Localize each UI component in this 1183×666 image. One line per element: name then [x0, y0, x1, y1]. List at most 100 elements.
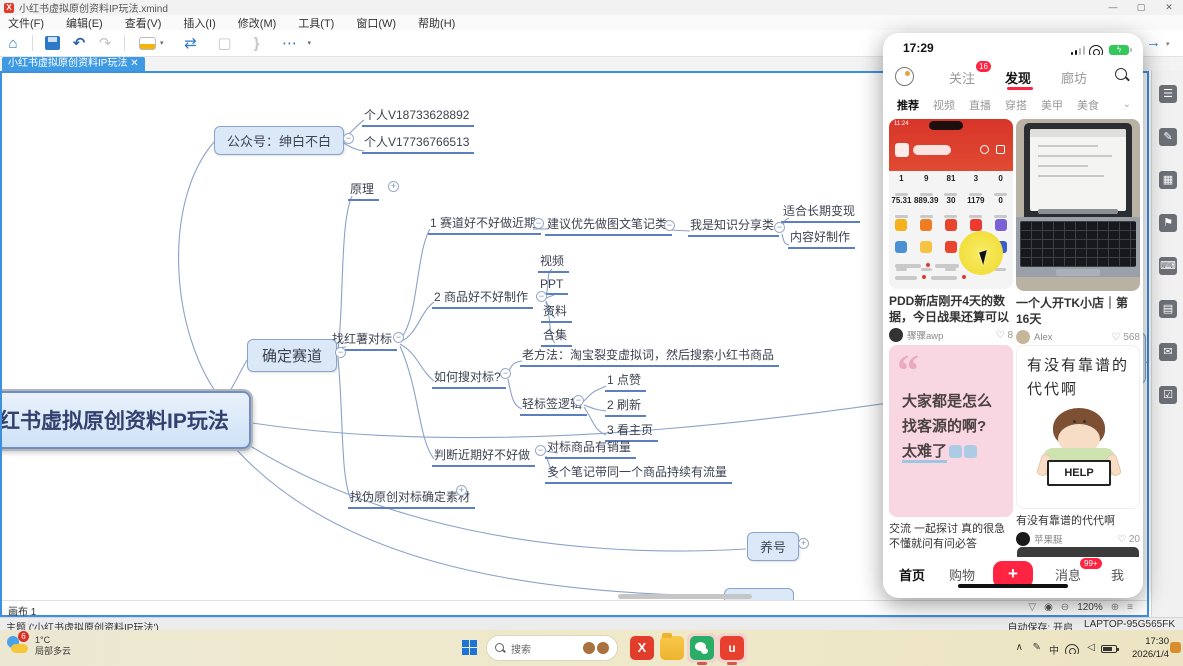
- sheet-tab[interactable]: 画布 1: [8, 603, 36, 618]
- taskbar-wechat-icon[interactable]: [690, 636, 714, 660]
- weather-widget[interactable]: 6 1°C 局部多云: [6, 634, 71, 658]
- menu-item[interactable]: 帮助(H): [418, 15, 455, 31]
- taskbar-explorer-icon[interactable]: [660, 636, 684, 660]
- collapse-marker-icon[interactable]: +: [798, 538, 809, 549]
- author-name[interactable]: 骤骤awp: [907, 328, 943, 342]
- mindmap-topic[interactable]: 我是知识分享类: [688, 216, 779, 237]
- fit-view-icon[interactable]: ◉: [1044, 602, 1053, 613]
- mindmap-topic[interactable]: 判断近期好不好做: [432, 446, 535, 467]
- mindmap-topic[interactable]: 1 点赞: [605, 371, 646, 392]
- menu-item[interactable]: 工具(T): [298, 15, 334, 31]
- collapse-marker-icon[interactable]: −: [393, 332, 404, 343]
- collapse-marker-icon[interactable]: +: [456, 485, 467, 496]
- collapse-marker-icon[interactable]: −: [536, 291, 547, 302]
- relationship-icon[interactable]: ⇄: [178, 34, 204, 52]
- card-title[interactable]: 有没有靠谱的代代啊: [1016, 513, 1140, 529]
- mindmap-topic[interactable]: 视频: [538, 252, 569, 273]
- mindmap-topic[interactable]: 2 商品好不好制作: [432, 288, 533, 309]
- author-name[interactable]: Alex: [1034, 332, 1052, 343]
- card-title[interactable]: PDD新店刚开4天的数据，今日战果还算可以: [889, 293, 1013, 325]
- more-tools-icon[interactable]: ⋯: [278, 34, 304, 52]
- avatar[interactable]: [1016, 532, 1030, 546]
- menu-item[interactable]: 插入(I): [183, 15, 215, 31]
- feed-card[interactable]: 11:24 198130 75.31889.393011790 PDD新店刚开4…: [889, 119, 1013, 342]
- redo-icon[interactable]: ↷: [92, 34, 118, 52]
- mindmap-topic[interactable]: 公众号：绅白不白: [214, 126, 344, 155]
- feed-card[interactable]: “ 大家都是怎么 找客源的啊? 太难了 交流 一起探讨 真的很急 不懂就问有问必…: [889, 345, 1013, 552]
- close-button[interactable]: ✕: [1155, 0, 1183, 15]
- collapse-marker-icon[interactable]: −: [535, 445, 546, 456]
- menu-item[interactable]: 窗口(W): [356, 15, 396, 31]
- tab-home[interactable]: 首页: [899, 565, 925, 584]
- avatar[interactable]: [1016, 330, 1030, 344]
- collapse-marker-icon[interactable]: −: [774, 222, 785, 233]
- like-count[interactable]: ♡ 20: [1117, 534, 1140, 545]
- mindmap-topic[interactable]: 如何搜对标?: [432, 368, 506, 389]
- category-tab[interactable]: 美食: [1077, 97, 1099, 113]
- card-title[interactable]: 一个人开TK小店｜第16天: [1016, 295, 1140, 327]
- collapse-marker-icon[interactable]: −: [573, 395, 584, 406]
- filter-icon[interactable]: ▽: [1028, 602, 1036, 613]
- like-count[interactable]: ♡ 8: [996, 330, 1013, 341]
- tray-notification-icon[interactable]: [1170, 642, 1181, 653]
- comment-panel-icon[interactable]: ✉: [1159, 343, 1177, 361]
- category-tab[interactable]: 穿搭: [1005, 97, 1027, 113]
- card-title[interactable]: 交流 一起探讨 真的很急 不懂就问有问必答: [889, 522, 1013, 552]
- mindmap-topic[interactable]: 内容好制作: [788, 228, 855, 249]
- share-dropdown-icon[interactable]: ▾: [1166, 40, 1170, 48]
- mindmap-topic[interactable]: 合集: [541, 326, 572, 347]
- share-arrow-icon[interactable]: →: [1146, 34, 1161, 51]
- tab-discover[interactable]: 发现: [1005, 68, 1031, 87]
- menu-item[interactable]: 文件(F): [8, 15, 44, 31]
- taskbar-app-icon[interactable]: u: [720, 636, 744, 660]
- tray-volume-icon[interactable]: ◁: [1087, 642, 1095, 653]
- zoom-in-icon[interactable]: ⊕: [1111, 602, 1119, 613]
- notes-panel-icon[interactable]: ▤: [1159, 300, 1177, 318]
- tab-follow[interactable]: 关注: [949, 68, 975, 87]
- outline-panel-icon[interactable]: ☰: [1159, 85, 1177, 103]
- tray-chevron-icon[interactable]: ∧: [1016, 642, 1023, 653]
- mindmap-topic[interactable]: 个人V17736766513: [362, 133, 474, 154]
- chevron-down-icon[interactable]: ⌄: [1123, 99, 1131, 110]
- avatar[interactable]: [889, 328, 903, 342]
- start-button[interactable]: [462, 640, 477, 655]
- tray-battery-icon[interactable]: [1101, 645, 1117, 653]
- menu-item[interactable]: 修改(M): [238, 15, 277, 31]
- document-tab[interactable]: 小红书虚拟原创资料IP玩法 ✕: [2, 57, 145, 71]
- category-tab[interactable]: 直播: [969, 97, 991, 113]
- minimize-button[interactable]: —: [1099, 0, 1127, 15]
- mindmap-topic[interactable]: 多个笔记带同一个商品持续有流量: [545, 463, 732, 484]
- mindmap-topic[interactable]: 1 赛道好不好做近期: [428, 214, 541, 235]
- style-brush-icon[interactable]: ✎: [1159, 128, 1177, 146]
- collapse-marker-icon[interactable]: −: [533, 218, 544, 229]
- task-panel-icon[interactable]: ☑: [1159, 386, 1177, 404]
- mindmap-topic[interactable]: 适合长期变现: [781, 202, 860, 223]
- collapse-marker-icon[interactable]: −: [500, 368, 511, 379]
- tab-local[interactable]: 廊坊: [1061, 68, 1087, 87]
- category-tab[interactable]: 推荐: [897, 97, 919, 113]
- author-name[interactable]: 苹果脠: [1034, 532, 1063, 546]
- taskbar-xmind-icon[interactable]: X: [630, 636, 654, 660]
- tray-clock[interactable]: 17:30 2026/1/4: [1132, 635, 1169, 661]
- mindmap-topic[interactable]: 个人V18733628892: [362, 106, 474, 127]
- marker-style-icon[interactable]: [139, 37, 156, 50]
- tab-shop[interactable]: 购物: [949, 565, 975, 584]
- image-panel-icon[interactable]: ▦: [1159, 171, 1177, 189]
- mindmap-topic[interactable]: 老方法：淘宝裂变虚拟词，然后搜索小红书商品: [520, 346, 779, 367]
- summary-icon[interactable]: }: [244, 35, 270, 52]
- mindmap-topic[interactable]: 建议优先做图文笔记类: [545, 215, 672, 236]
- collapse-marker-icon[interactable]: −: [343, 133, 354, 144]
- menu-item[interactable]: 编辑(E): [66, 15, 103, 31]
- taskbar-search[interactable]: 搜索: [486, 635, 618, 661]
- marker-dropdown-icon[interactable]: ▾: [160, 39, 164, 47]
- maximize-button[interactable]: ▢: [1127, 0, 1155, 15]
- feed-card[interactable]: 有没有靠谱的 代代啊 HELP 有没有靠谱的代代啊 苹果脠 ♡ 20: [1016, 345, 1140, 546]
- zoom-out-icon[interactable]: ⊖: [1061, 602, 1069, 613]
- mindmap-topic[interactable]: 2 刷新: [605, 396, 646, 417]
- search-icon[interactable]: [1115, 68, 1129, 82]
- mindmap-topic[interactable]: 对标商品有销量: [545, 438, 636, 459]
- collapse-marker-icon[interactable]: +: [388, 181, 399, 192]
- tab-messages[interactable]: 消息: [1055, 565, 1081, 584]
- mindmap-topic[interactable]: 原理: [348, 180, 379, 201]
- tray-wifi-icon[interactable]: [1065, 644, 1079, 654]
